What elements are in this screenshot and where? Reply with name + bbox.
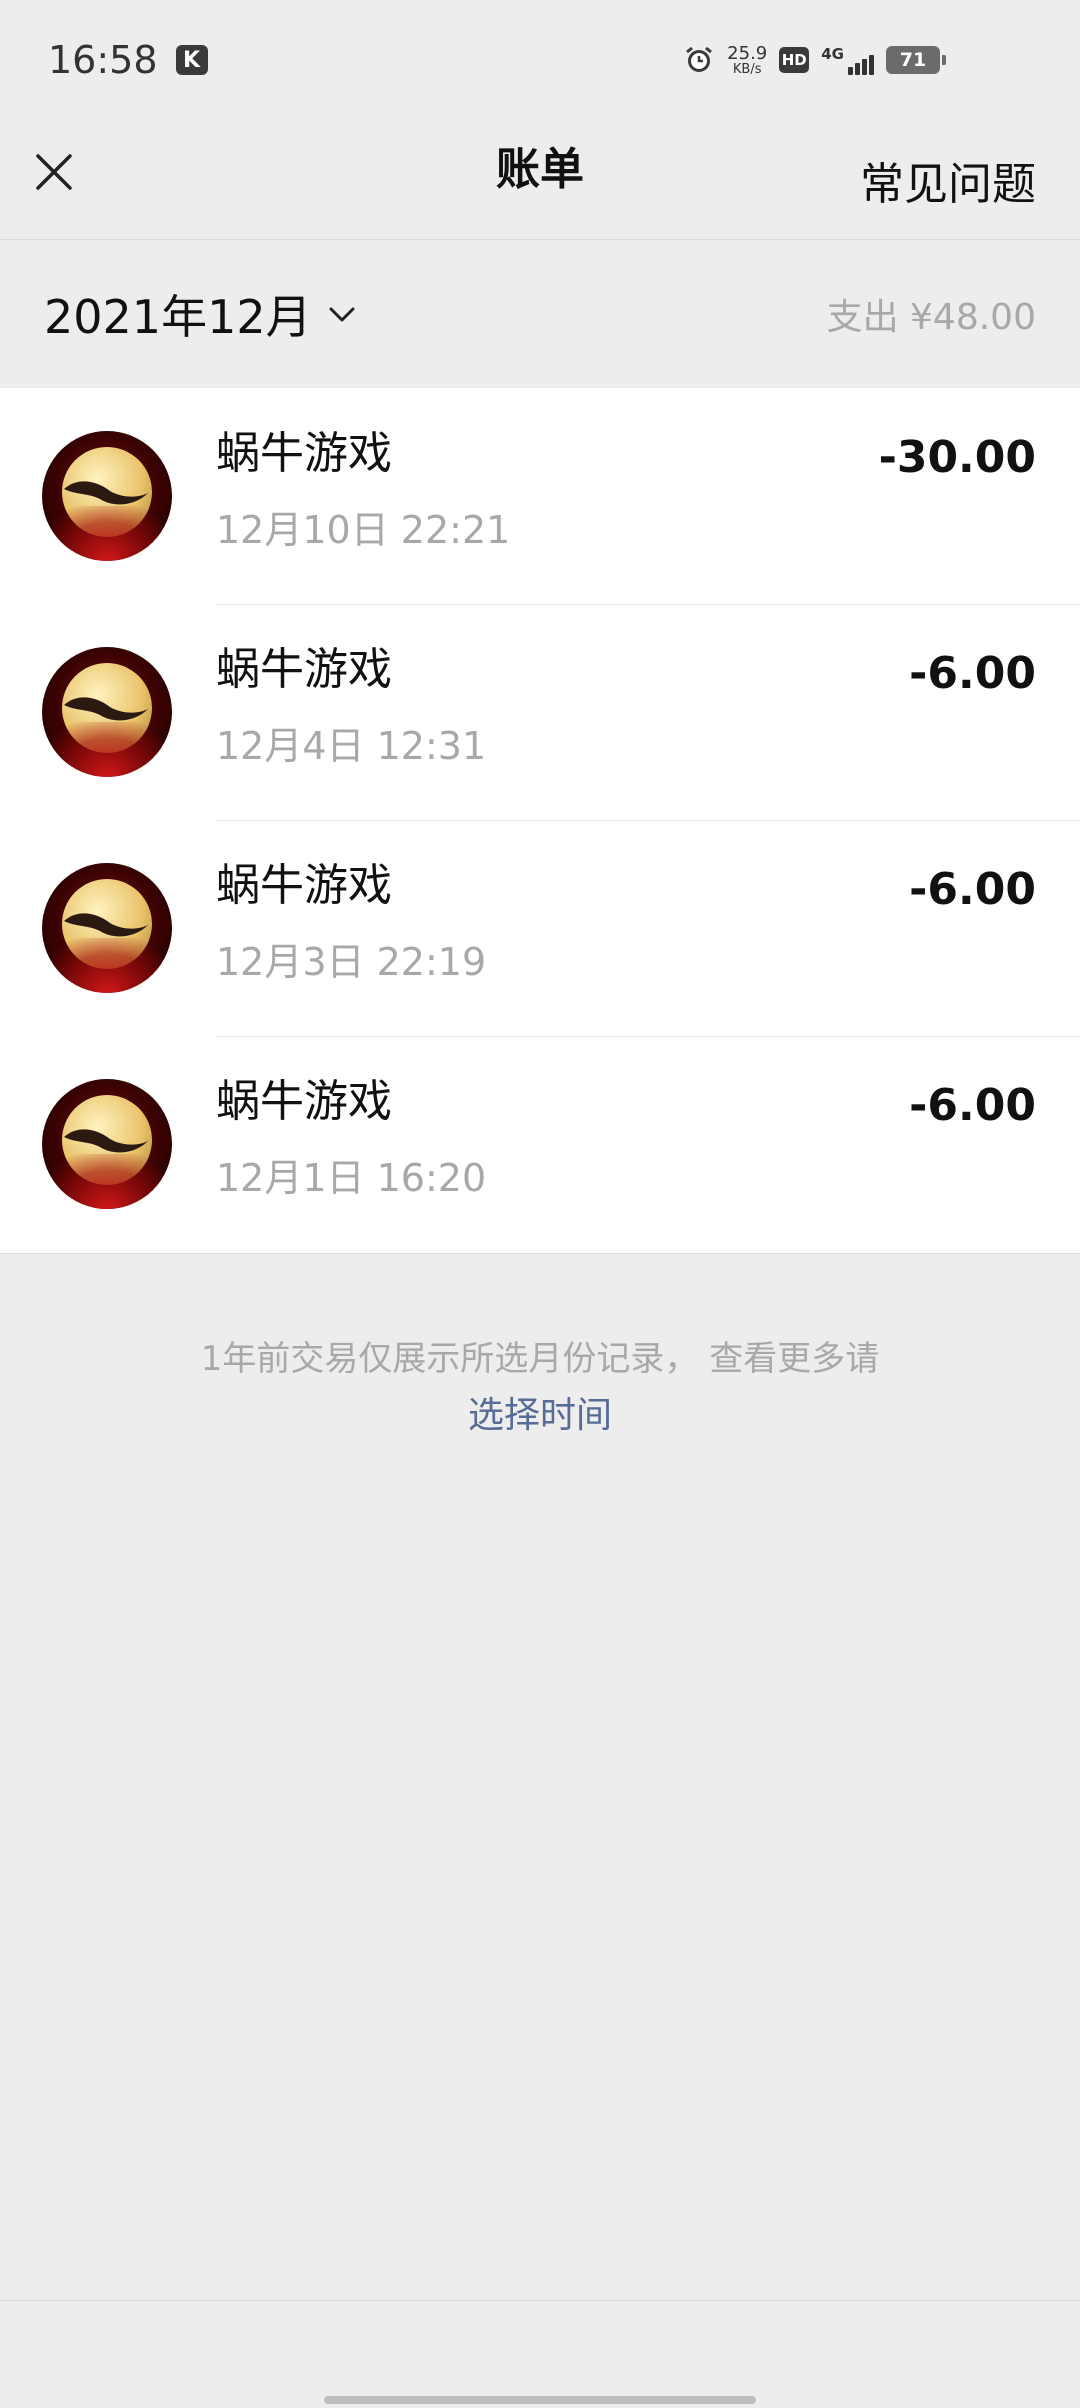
hd-icon: HD [779,47,810,73]
bill-text: 蜗牛游戏 12月1日 16:20 [216,1076,486,1202]
net-speed-value: 25.9 [727,42,768,64]
merchant-name: 蜗牛游戏 [216,860,392,911]
merchant-name: 蜗牛游戏 [216,428,392,479]
bill-text: 蜗牛游戏 12月3日 22:19 [216,860,486,986]
merchant-avatar-icon [42,431,172,561]
chevron-down-icon [326,298,358,330]
bill-row[interactable]: 蜗牛游戏 12月10日 22:21 -30.00 [0,388,1080,604]
merchant-avatar-icon [42,1079,172,1209]
close-button[interactable] [30,148,78,196]
bill-amount: -30.00 [878,432,1036,483]
bill-row[interactable]: 蜗牛游戏 12月1日 16:20 -6.00 [0,1036,1080,1252]
bill-amount: -6.00 [909,864,1036,915]
alarm-icon [683,44,715,76]
bill-row[interactable]: 蜗牛游戏 12月3日 22:19 -6.00 [0,820,1080,1036]
month-picker[interactable]: 2021年12月 [44,281,358,347]
bill-datetime: 12月3日 22:19 [216,939,487,984]
signal-bar [848,67,853,75]
network-type-label: 4G [821,45,844,63]
signal-bar [869,55,874,75]
bill-datetime: 12月4日 12:31 [216,723,487,768]
month-header: 2021年12月 支出 ¥48.00 [0,240,1080,388]
net-speed-unit: KB/s [732,61,762,77]
bill-text: 蜗牛游戏 12月4日 12:31 [216,644,486,770]
merchant-avatar-icon [42,863,172,993]
signal-bar [862,59,867,75]
bill-amount: -6.00 [909,648,1036,699]
month-label: 2021年12月 [44,290,312,344]
merchant-avatar-icon [42,647,172,777]
bill-datetime: 12月10日 22:21 [216,507,511,552]
nav-bar: 账单 常见问题 [0,120,1080,240]
merchant-name: 蜗牛游戏 [216,644,392,695]
select-time-link[interactable]: 选择时间 [468,1389,612,1443]
faq-link[interactable]: 常见问题 [860,148,1036,212]
battery-icon: 71 [886,46,946,74]
status-time: 16:58 [48,38,158,82]
history-footnote: 1年前交易仅展示所选月份记录， 查看更多请 选择时间 [0,1334,1080,1443]
bill-page: 16:58 K 25.9 KB/s HD 4G 71 账单 常见问题 2021年… [0,0,1080,2408]
status-bar: 16:58 K 25.9 KB/s HD 4G 71 [0,0,1080,120]
app-badge-icon: K [175,45,208,75]
bottom-divider [0,2300,1080,2301]
page-title: 账单 [496,143,584,195]
bill-datetime: 12月1日 16:20 [216,1155,487,1200]
home-indicator[interactable] [324,2396,756,2404]
bill-text: 蜗牛游戏 12月10日 22:21 [216,428,510,554]
signal-bar [855,63,860,75]
expense-total: 支出 ¥48.00 [826,297,1036,338]
net-speed: 25.9 KB/s [727,42,768,77]
bill-list: 蜗牛游戏 12月10日 22:21 -30.00 蜗牛游戏 12月4日 12:3… [0,388,1080,1254]
close-icon [36,154,72,190]
history-tip: 1年前交易仅展示所选月份记录， 查看更多请 [200,1339,880,1379]
status-right: 25.9 KB/s HD 4G 71 [683,42,946,77]
merchant-name: 蜗牛游戏 [216,1076,392,1127]
status-left: 16:58 K [48,38,208,82]
signal-icon: 4G [821,45,874,75]
bill-amount: -6.00 [909,1080,1036,1131]
bill-row[interactable]: 蜗牛游戏 12月4日 12:31 -6.00 [0,604,1080,820]
battery-level: 71 [899,49,927,71]
